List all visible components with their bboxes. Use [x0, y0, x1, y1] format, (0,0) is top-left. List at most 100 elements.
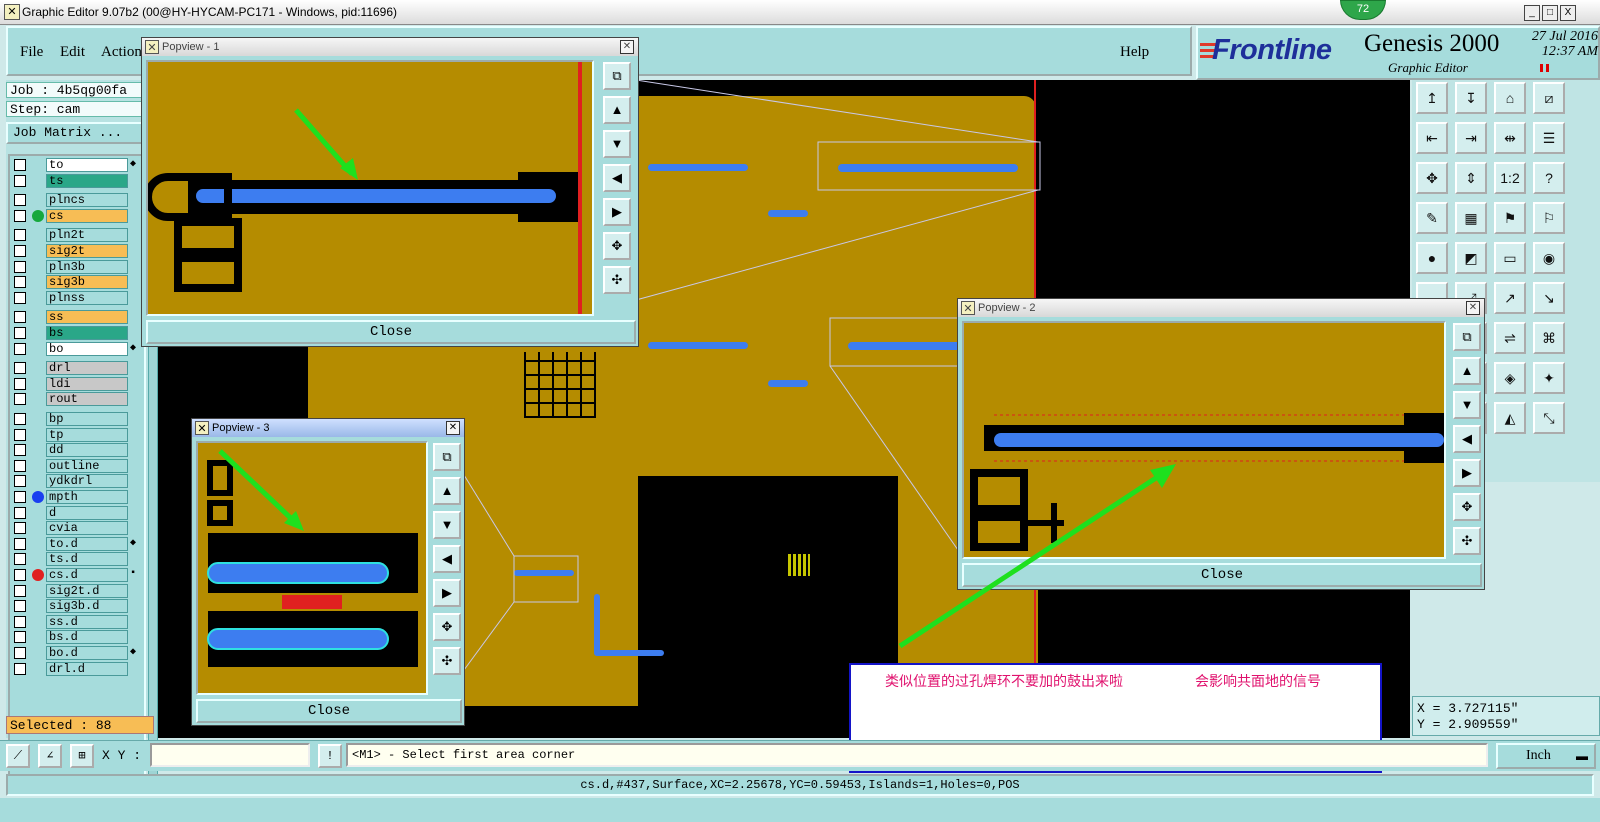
popview-3-zoom-home-icon[interactable]: ⧉: [433, 443, 461, 471]
layer-name[interactable]: outline: [46, 458, 128, 473]
prompt-alert-icon[interactable]: !: [318, 744, 342, 768]
layer-name[interactable]: sig3b.d: [46, 599, 128, 614]
popview-1-view[interactable]: [146, 60, 594, 316]
layer-checkbox[interactable]: [14, 276, 26, 289]
layer-name[interactable]: to: [46, 158, 128, 172]
arrow-icon[interactable]: ↗: [1494, 282, 1526, 314]
layer-row-sig2t-d[interactable]: sig2t.d: [12, 583, 142, 598]
layer-row-cvia[interactable]: cvia: [12, 521, 142, 536]
layer-checkbox[interactable]: [14, 553, 26, 566]
layer-name[interactable]: sig2t.d: [46, 583, 128, 598]
layer-name[interactable]: drl: [46, 361, 128, 376]
maximize-button[interactable]: □: [1542, 5, 1558, 21]
popview-1-pan-left-icon[interactable]: ◀: [603, 164, 631, 192]
layer-checkbox[interactable]: [14, 311, 26, 324]
layer-checkbox[interactable]: [14, 522, 26, 535]
job-matrix-button[interactable]: Job Matrix ...: [6, 122, 144, 144]
layer-checkbox[interactable]: [14, 600, 26, 613]
popview-3-view[interactable]: [196, 441, 428, 695]
layer-row-ydkdrl[interactable]: ydkdrl: [12, 474, 142, 489]
list-icon[interactable]: ☰: [1533, 122, 1565, 154]
layer-checkbox[interactable]: [14, 174, 26, 187]
grid-icon[interactable]: ▦: [1455, 202, 1487, 234]
minimize-button[interactable]: _: [1524, 5, 1540, 21]
popview-1-pan-right-icon[interactable]: ▶: [603, 198, 631, 226]
layer-checkbox[interactable]: [14, 647, 26, 659]
layer-row-mpth[interactable]: mpth: [12, 490, 142, 504]
layer-name[interactable]: ss.d: [46, 614, 128, 629]
mirror-icon[interactable]: ⇌: [1494, 322, 1526, 354]
layer-row-bp[interactable]: bp: [12, 412, 142, 426]
snap-icon[interactable]: ⟋: [6, 744, 30, 768]
layer-row-sig3b-d[interactable]: sig3b.d: [12, 599, 142, 614]
popview-3-pan-up-icon[interactable]: ▲: [433, 477, 461, 505]
layer-name[interactable]: cs: [46, 208, 128, 223]
layer-checkbox[interactable]: [14, 209, 26, 222]
layer-name[interactable]: sig3b: [46, 275, 128, 290]
layer-checkbox[interactable]: [14, 444, 26, 457]
load-icon[interactable]: ↥: [1416, 82, 1448, 114]
layer-row-cs-d[interactable]: cs.d ▪: [12, 568, 142, 582]
layer-name[interactable]: tp: [46, 427, 128, 442]
layer-row-bs-d[interactable]: bs.d: [12, 630, 142, 645]
xy-input[interactable]: [150, 743, 310, 767]
layer-row-ts-d[interactable]: ts.d: [12, 552, 142, 567]
layer-checkbox[interactable]: [14, 362, 26, 375]
popview-1-zoom-home-icon[interactable]: ⧉: [603, 62, 631, 90]
edit-icon[interactable]: ✎: [1416, 202, 1448, 234]
layer-row-rout[interactable]: rout: [12, 392, 142, 407]
fit-icon[interactable]: ✥: [1416, 162, 1448, 194]
cursor-icon[interactable]: ◭: [1494, 402, 1526, 434]
layer-row-ldi[interactable]: ldi: [12, 376, 142, 391]
popview-1-zoom-in-icon[interactable]: ✣: [603, 266, 631, 294]
layer-name[interactable]: ydkdrl: [46, 474, 128, 489]
layer-icon[interactable]: ◩: [1455, 242, 1487, 274]
scale-icon[interactable]: 1:2: [1494, 162, 1526, 194]
layer-name[interactable]: pln3b: [46, 259, 128, 274]
popview-3-zoom-in-icon[interactable]: ✣: [433, 647, 461, 675]
menu-file[interactable]: File: [20, 44, 43, 61]
layer-row-drl-d[interactable]: drl.d: [12, 661, 142, 676]
layer-name[interactable]: sig2t: [46, 244, 128, 258]
layer-name[interactable]: ts.d: [46, 552, 128, 567]
popview-2-zoom-in-icon[interactable]: ✣: [1453, 527, 1481, 555]
layer-checkbox[interactable]: [14, 159, 26, 171]
layer-checkbox[interactable]: [14, 569, 26, 581]
layer-row-dd[interactable]: dd: [12, 443, 142, 458]
layer-row-to[interactable]: to ◆: [12, 158, 142, 172]
layer-name[interactable]: rout: [46, 392, 128, 407]
layer-name[interactable]: bo: [46, 341, 128, 356]
layer-checkbox[interactable]: [14, 584, 26, 597]
menu-help[interactable]: Help: [1120, 44, 1149, 61]
measure-icon[interactable]: ▭: [1494, 242, 1526, 274]
layer-name[interactable]: pln2t: [46, 228, 128, 243]
layer-row-to-d[interactable]: to.d ◆: [12, 536, 142, 551]
layer-row-pln3b[interactable]: pln3b: [12, 259, 142, 274]
angle-icon[interactable]: ∠: [38, 744, 62, 768]
layer-row-ts[interactable]: ts: [12, 173, 142, 188]
layer-checkbox[interactable]: [14, 342, 26, 355]
layer-checkbox[interactable]: [14, 631, 26, 644]
layer-checkbox[interactable]: [14, 537, 26, 550]
layer-checkbox[interactable]: [14, 459, 26, 472]
layer-checkbox[interactable]: [14, 491, 26, 503]
popview-1-close-icon[interactable]: ✕: [620, 40, 634, 54]
layer-name[interactable]: cs.d: [46, 568, 128, 582]
help-icon[interactable]: ?: [1533, 162, 1565, 194]
layer-name[interactable]: cvia: [46, 521, 128, 536]
layer-checkbox[interactable]: [14, 194, 26, 207]
layer-checkbox[interactable]: [14, 506, 26, 519]
layer-name[interactable]: bs: [46, 326, 128, 340]
layer-name[interactable]: bo.d: [46, 646, 128, 660]
layer-checkbox[interactable]: [14, 413, 26, 425]
popview-3-close-button[interactable]: Close: [196, 699, 462, 723]
layer-row-sig2t[interactable]: sig2t: [12, 244, 142, 258]
layer-row-bo[interactable]: bo ◆: [12, 341, 142, 356]
layer-name[interactable]: ss: [46, 310, 128, 325]
next-view-icon[interactable]: ⇥: [1455, 122, 1487, 154]
popview-2-pan-right-icon[interactable]: ▶: [1453, 459, 1481, 487]
layer-row-plncs[interactable]: plncs: [12, 193, 142, 208]
layer-name[interactable]: d: [46, 505, 128, 520]
popview-1-zoom-out-icon[interactable]: ✥: [603, 232, 631, 260]
units-selector[interactable]: Inch ▬: [1496, 743, 1596, 769]
